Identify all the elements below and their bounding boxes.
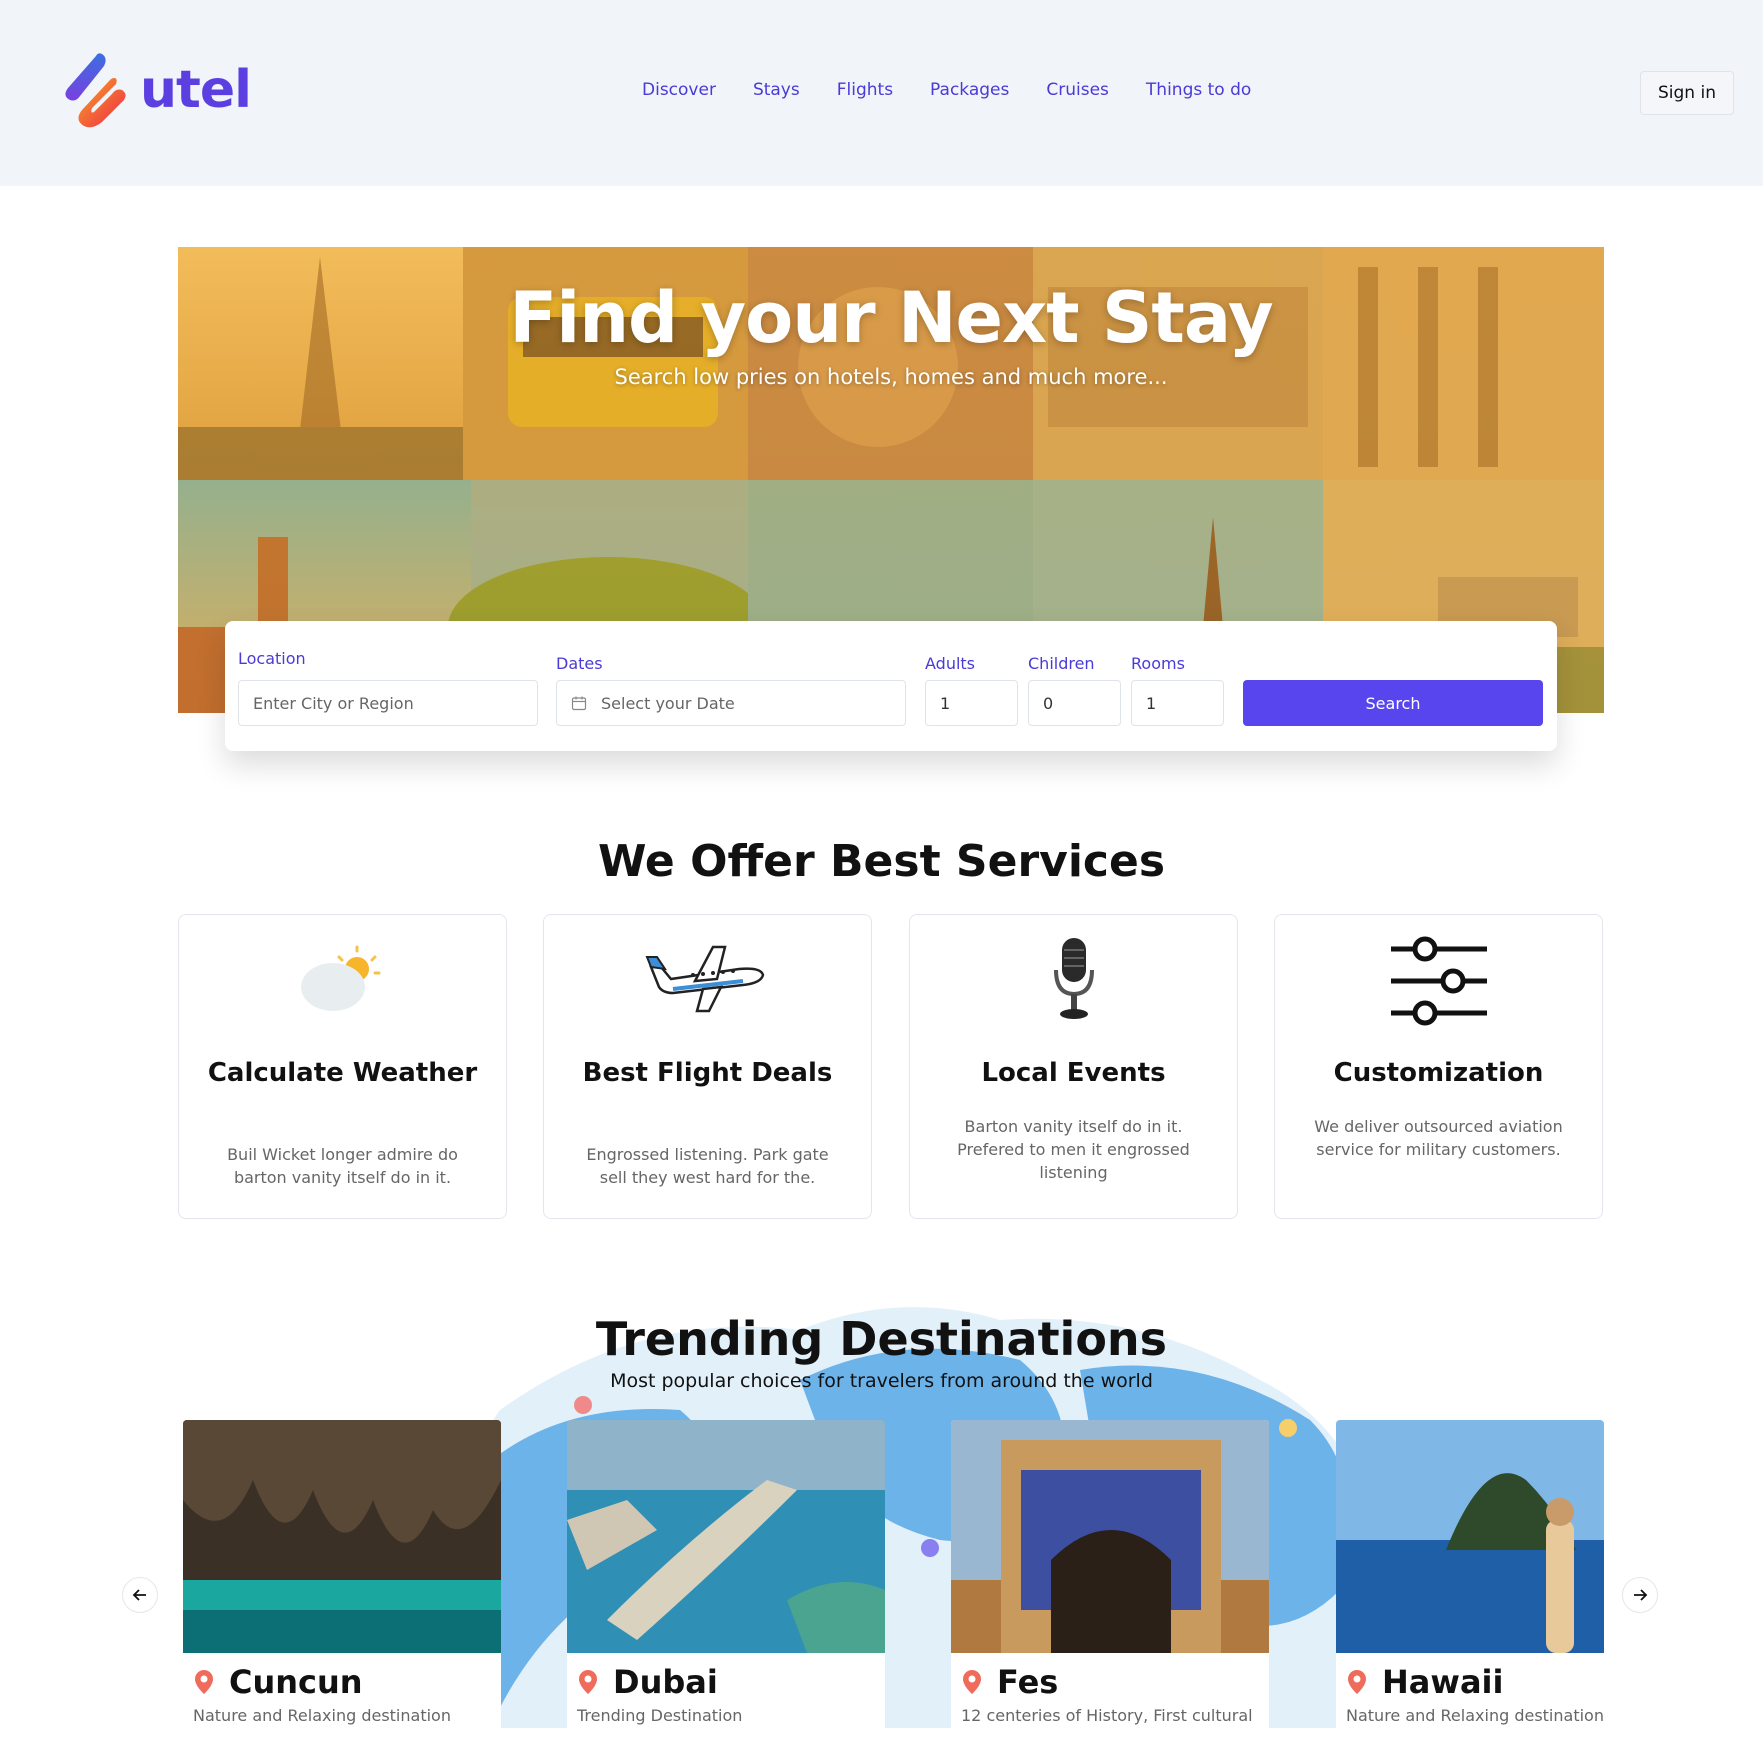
destination-card-fes[interactable]: Fes 12 centeries of History, First cultu… bbox=[951, 1420, 1269, 1740]
sliders-icon bbox=[1390, 936, 1487, 1026]
service-card-customization[interactable]: Customization We deliver outsourced avia… bbox=[1274, 914, 1603, 1219]
rooms-input[interactable]: 1 bbox=[1131, 680, 1224, 726]
microphone-icon bbox=[1053, 938, 1094, 1019]
service-title: Local Events bbox=[981, 1058, 1166, 1088]
rooms-label: Rooms bbox=[1131, 654, 1185, 673]
service-title: Customization bbox=[1333, 1058, 1544, 1088]
destination-desc: Nature and Relaxing destination bbox=[193, 1706, 451, 1725]
nav-discover[interactable]: Discover bbox=[642, 80, 716, 100]
services-title: We Offer Best Services bbox=[597, 836, 1166, 887]
nav-things-to-do[interactable]: Things to do bbox=[1146, 80, 1251, 100]
destination-desc: 12 centeries of History, First cultural bbox=[961, 1706, 1253, 1725]
service-desc: Barton vanity itself do in it. Prefered … bbox=[957, 1117, 1190, 1182]
search-button[interactable]: Search bbox=[1243, 680, 1543, 726]
service-title: Best Flight Deals bbox=[582, 1058, 833, 1088]
destination-desc: Trending Destination bbox=[577, 1706, 743, 1725]
adults-label: Adults bbox=[925, 654, 976, 673]
destination-name: Hawaii bbox=[1382, 1663, 1504, 1701]
destination-image bbox=[567, 1420, 885, 1653]
destination-image bbox=[1336, 1420, 1604, 1653]
airplane-icon bbox=[645, 945, 764, 1013]
trending-subtitle: Most popular choices for travelers from … bbox=[610, 1370, 1153, 1392]
service-title: Calculate Weather bbox=[207, 1058, 478, 1088]
logo[interactable]: utel bbox=[58, 50, 252, 130]
dates-input[interactable]: Select your Date bbox=[556, 680, 906, 726]
service-desc: Buil Wicket longer admire do barton vani… bbox=[227, 1145, 458, 1187]
top-header: utel Discover Stays Flights Packages Cru… bbox=[0, 0, 1763, 186]
hero-title: Find your Next Stay bbox=[509, 277, 1273, 359]
brand-name: utel bbox=[140, 60, 252, 120]
main-nav: Discover Stays Flights Packages Cruises … bbox=[642, 80, 1251, 100]
nav-cruises[interactable]: Cruises bbox=[1046, 80, 1109, 100]
location-pin-icon bbox=[579, 1670, 597, 1694]
service-card-weather[interactable]: Calculate Weather Buil Wicket longer adm… bbox=[178, 914, 507, 1219]
destination-desc: Nature and Relaxing destination bbox=[1346, 1706, 1604, 1725]
destination-image bbox=[183, 1420, 501, 1653]
destination-card-dubai[interactable]: Dubai Trending Destination bbox=[567, 1420, 885, 1740]
location-pin-icon bbox=[195, 1670, 213, 1694]
adults-input[interactable]: 1 bbox=[925, 680, 1018, 726]
location-pin-icon bbox=[1348, 1670, 1366, 1694]
arrow-right-icon bbox=[1634, 1589, 1648, 1601]
location-pin-icon bbox=[963, 1670, 981, 1694]
carousel-next-button[interactable] bbox=[1622, 1577, 1658, 1613]
trending-title: Trending Destinations bbox=[595, 1312, 1168, 1366]
logo-mark-icon bbox=[65, 53, 126, 128]
destination-card-cuncun[interactable]: Cuncun Nature and Relaxing destination bbox=[183, 1420, 501, 1740]
dates-label: Dates bbox=[556, 654, 603, 673]
nav-stays[interactable]: Stays bbox=[753, 80, 800, 100]
destination-name: Dubai bbox=[613, 1663, 718, 1701]
location-input[interactable]: Enter City or Region bbox=[238, 680, 538, 726]
destination-card-hawaii[interactable]: Hawaii Nature and Relaxing destination bbox=[1336, 1420, 1604, 1740]
hero-subtitle: Search low pries on hotels, homes and mu… bbox=[614, 365, 1168, 389]
dates-placeholder: Select your Date bbox=[601, 693, 735, 713]
destination-name: Cuncun bbox=[229, 1663, 363, 1701]
search-form: Location Enter City or Region Dates Sele… bbox=[225, 621, 1557, 751]
sign-in-button[interactable]: Sign in bbox=[1640, 71, 1734, 115]
location-label: Location bbox=[238, 649, 306, 668]
destination-image bbox=[951, 1420, 1269, 1653]
calendar-icon bbox=[571, 696, 587, 711]
service-desc: We deliver outsourced aviation service f… bbox=[1314, 1117, 1563, 1159]
arrow-left-icon bbox=[132, 1589, 146, 1601]
service-card-events[interactable]: Local Events Barton vanity itself do in … bbox=[909, 914, 1238, 1219]
carousel-prev-button[interactable] bbox=[122, 1577, 158, 1613]
nav-flights[interactable]: Flights bbox=[837, 80, 893, 100]
children-label: Children bbox=[1028, 654, 1095, 673]
weather-icon bbox=[300, 945, 380, 1011]
nav-packages[interactable]: Packages bbox=[930, 80, 1009, 100]
service-card-flights[interactable]: Best Flight Deals Engrossed listening. P… bbox=[543, 914, 872, 1219]
children-input[interactable]: 0 bbox=[1028, 680, 1121, 726]
destination-name: Fes bbox=[997, 1663, 1059, 1701]
service-desc: Engrossed listening. Park gate sell they… bbox=[586, 1145, 829, 1187]
